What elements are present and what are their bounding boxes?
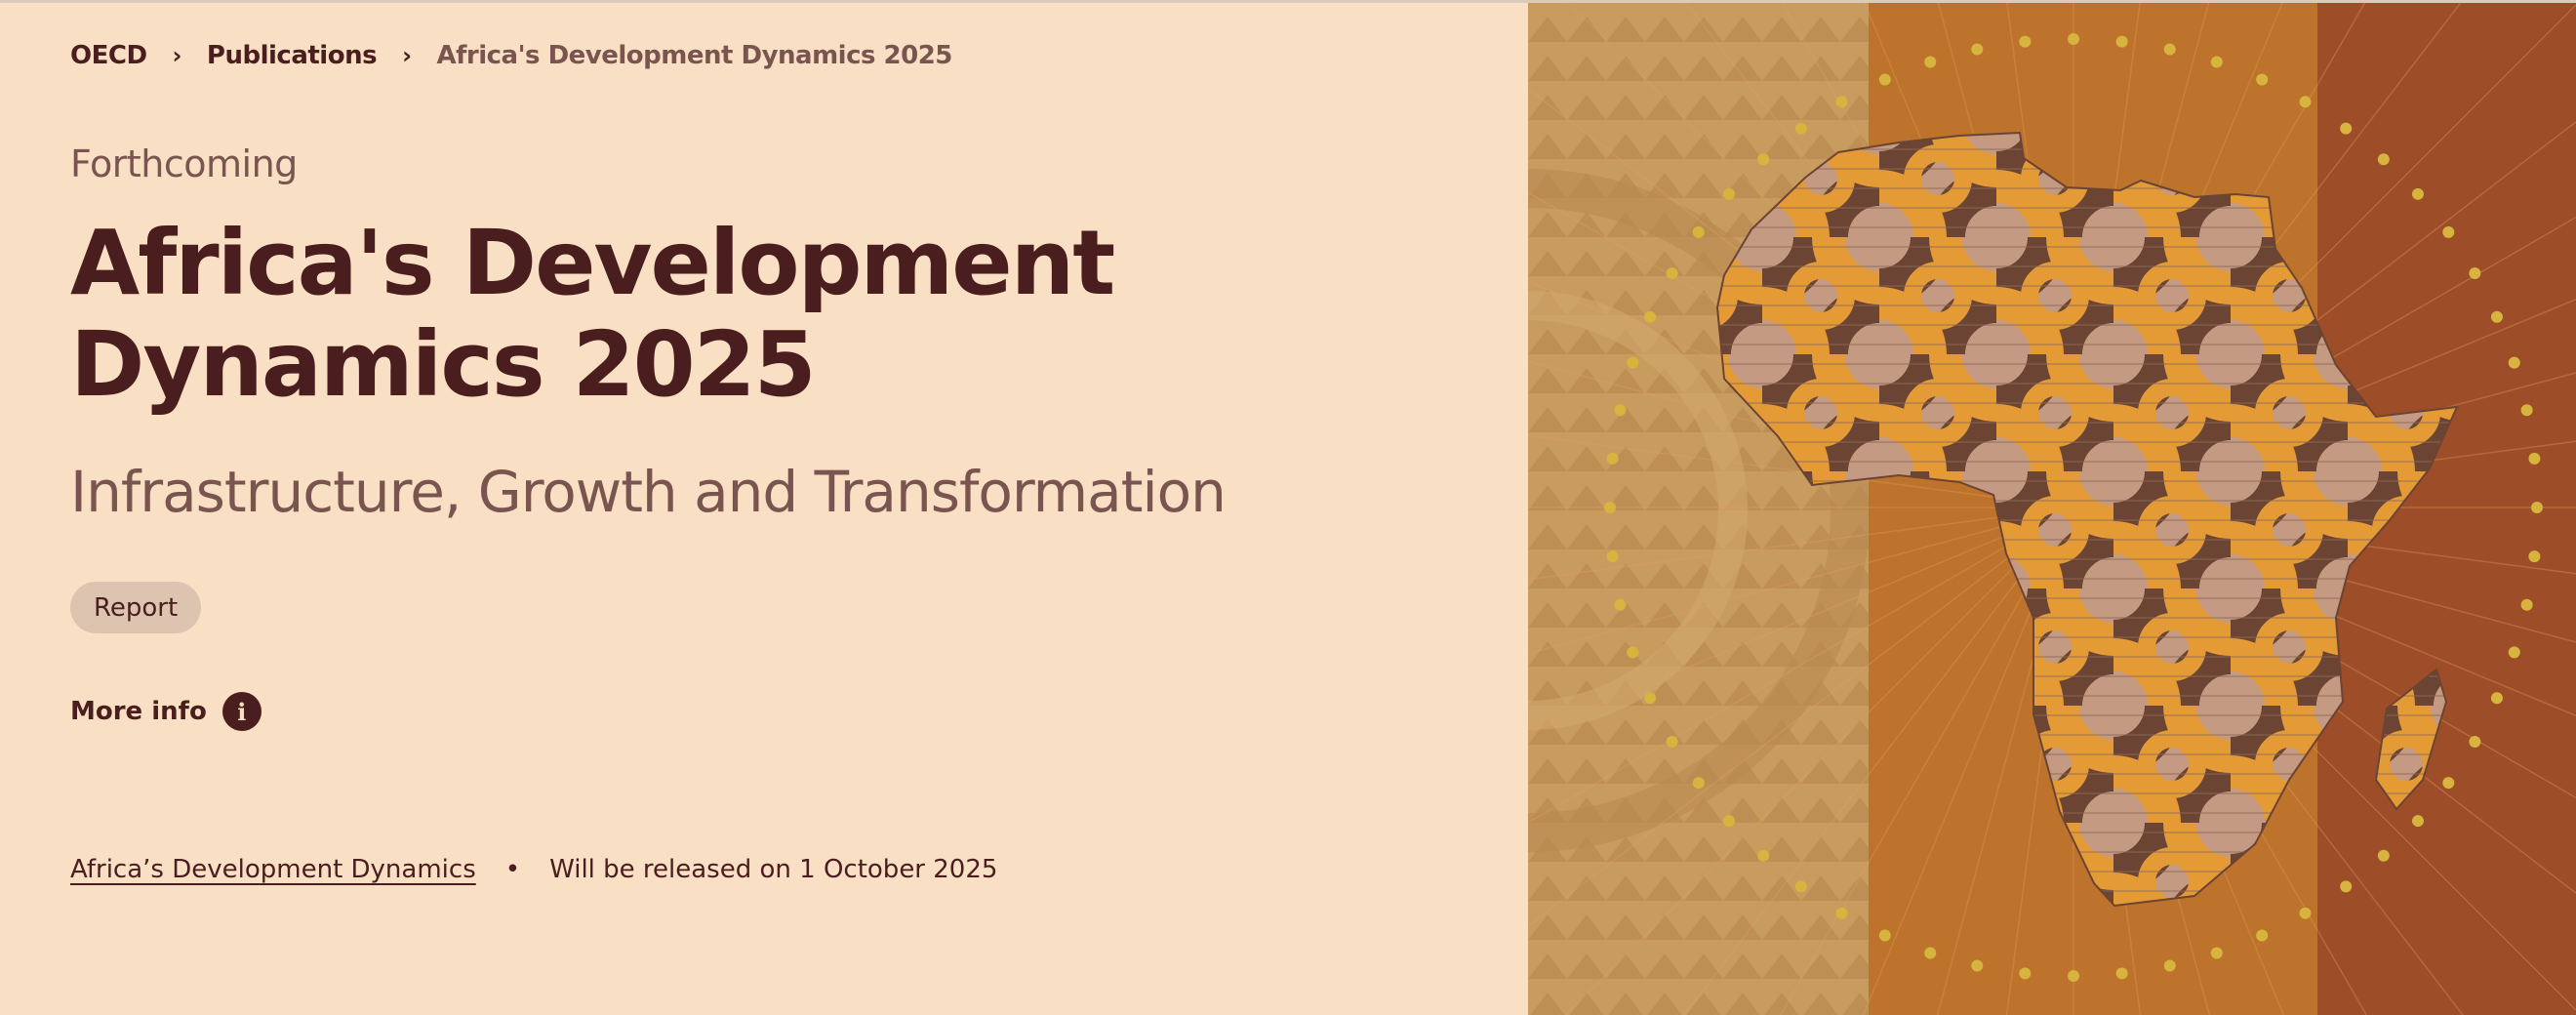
- decorative-dot: [1878, 73, 1891, 86]
- decorative-dot: [2115, 35, 2128, 48]
- decorative-dot: [2411, 187, 2424, 200]
- decorative-dot: [1924, 56, 1937, 68]
- decorative-dot: [1757, 849, 1770, 862]
- series-link[interactable]: Africa’s Development Dynamics: [70, 855, 476, 884]
- decorative-dot: [1644, 692, 1657, 705]
- decorative-dot: [2528, 550, 2541, 563]
- more-info-button[interactable]: More info i: [70, 692, 262, 731]
- decorative-dot: [2520, 404, 2533, 417]
- decorative-dot: [1606, 550, 1619, 563]
- decorative-dot: [2340, 880, 2353, 893]
- decorative-dot: [1666, 736, 1678, 748]
- chevron-right-icon: ›: [172, 42, 182, 69]
- decorative-dot: [1644, 310, 1657, 323]
- more-info-label: More info: [70, 697, 207, 726]
- decorative-dot: [2490, 692, 2503, 705]
- decorative-dot: [1614, 598, 1627, 611]
- decorative-dot: [2469, 267, 2481, 279]
- breadcrumb: OECD › Publications › Africa's Developme…: [70, 41, 952, 70]
- decorative-dot: [1757, 153, 1770, 166]
- release-date: Will be released on 1 October 2025: [549, 855, 998, 884]
- decorative-dot: [1924, 947, 1937, 959]
- page-title: Africa's Development Dynamics 2025: [70, 211, 1115, 417]
- decorative-dot: [1971, 959, 1984, 972]
- decorative-dot: [2377, 153, 2390, 166]
- decorative-dot: [1627, 646, 1639, 659]
- africa-map-illustration: [1528, 3, 2576, 1015]
- decorative-dot: [1692, 225, 1705, 238]
- decorative-dot: [2068, 970, 2079, 982]
- decorative-dot: [2520, 598, 2533, 611]
- decorative-dot: [2299, 96, 2312, 108]
- title-line-1: Africa's Development: [70, 211, 1115, 315]
- decorative-dot: [1627, 356, 1639, 369]
- decorative-dot: [2163, 959, 2176, 972]
- chevron-right-icon: ›: [402, 42, 412, 69]
- breadcrumb-publications[interactable]: Publications: [207, 41, 378, 70]
- decorative-dot: [2019, 35, 2032, 48]
- decorative-dot: [2163, 43, 2176, 56]
- decorative-dot: [1723, 187, 1736, 200]
- decorative-dot: [2442, 225, 2455, 238]
- breadcrumb-oecd[interactable]: OECD: [70, 41, 147, 70]
- decorative-dot: [2256, 73, 2269, 86]
- decorative-dot: [2508, 356, 2520, 369]
- decorative-dot: [2377, 849, 2390, 862]
- decorative-dot: [1971, 43, 1984, 56]
- decorative-dot: [1835, 907, 1848, 919]
- decorative-dot: [1666, 267, 1678, 279]
- decorative-dot: [1794, 880, 1807, 893]
- decorative-dot: [2411, 815, 2424, 828]
- decorative-dot: [2490, 310, 2503, 323]
- decorative-dot: [2528, 452, 2541, 465]
- decorative-dot: [2210, 947, 2223, 959]
- decorative-dot: [1835, 96, 1848, 108]
- decorative-dot: [2256, 929, 2269, 942]
- decorative-dot: [1878, 929, 1891, 942]
- publication-meta: Africa’s Development Dynamics • Will be …: [70, 855, 997, 884]
- decorative-dot: [2531, 502, 2543, 513]
- decorative-dot: [2340, 122, 2353, 135]
- decorative-dot: [2068, 33, 2079, 45]
- decorative-dot: [2210, 56, 2223, 68]
- breadcrumb-current: Africa's Development Dynamics 2025: [436, 41, 952, 70]
- decorative-dot: [2508, 646, 2520, 659]
- decorative-dot: [2469, 736, 2481, 748]
- decorative-dot: [1692, 777, 1705, 790]
- info-icon[interactable]: i: [221, 692, 262, 731]
- status-label: Forthcoming: [70, 142, 298, 185]
- cover-image: [1528, 3, 2576, 1015]
- decorative-dot: [2299, 907, 2312, 919]
- decorative-dot: [2115, 967, 2128, 980]
- decorative-dot: [2019, 967, 2032, 980]
- title-line-2: Dynamics 2025: [70, 312, 817, 417]
- decorative-dot: [1604, 502, 1616, 513]
- type-badge: Report: [70, 582, 202, 633]
- decorative-dot: [2442, 777, 2455, 790]
- decorative-dot: [1794, 122, 1807, 135]
- decorative-dot: [1723, 815, 1736, 828]
- page-subtitle: Infrastructure, Growth and Transformatio…: [70, 459, 1227, 525]
- bullet-separator: •: [504, 855, 521, 884]
- decorative-dot: [1614, 404, 1627, 417]
- decorative-dot: [1606, 452, 1619, 465]
